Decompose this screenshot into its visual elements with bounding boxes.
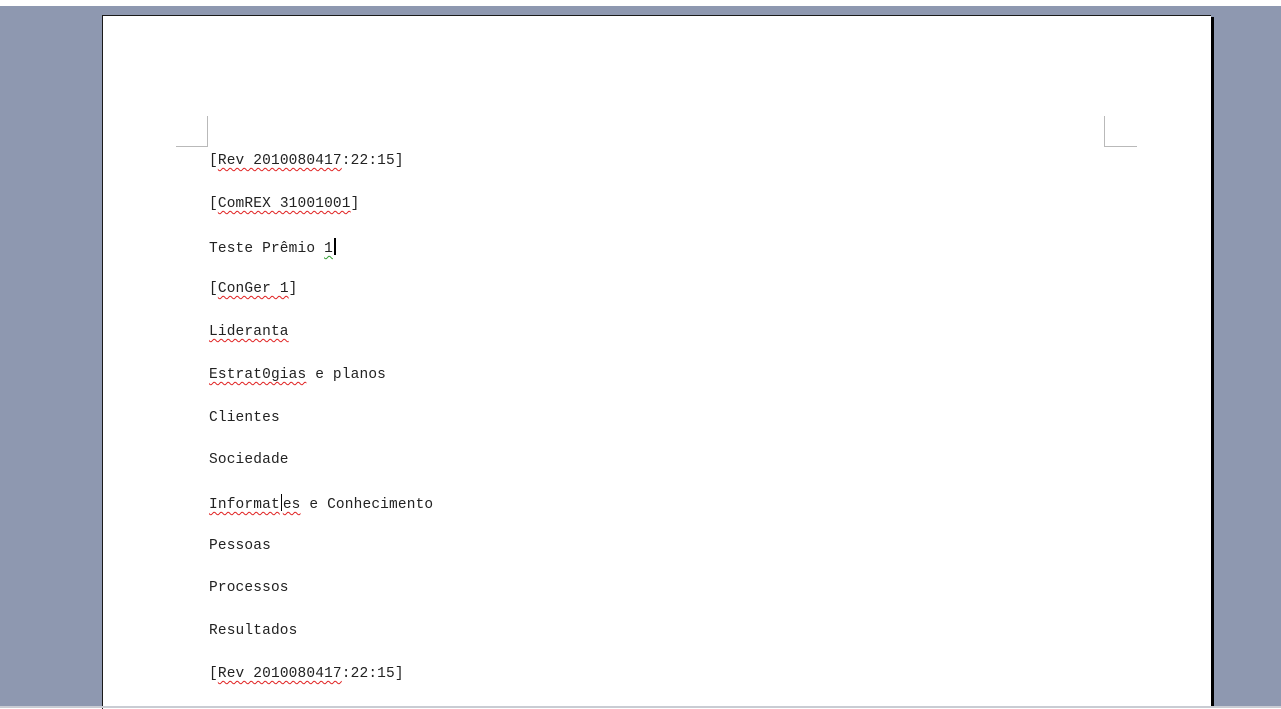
misspelled-word[interactable]: Rev 2010080417 [218, 666, 342, 682]
caret-marker [280, 494, 282, 511]
text-bracket: [ [209, 281, 218, 297]
margin-corner-top-left-horizontal [176, 146, 208, 147]
document-page[interactable] [102, 15, 1211, 709]
text-bracket: [ [209, 196, 218, 212]
misspelled-word[interactable]: ConGer 1 [218, 281, 289, 297]
text-bracket: [ [209, 666, 218, 682]
grammar-flagged-text[interactable]: 1 [324, 241, 333, 257]
text-bracket: ] [350, 196, 360, 212]
margin-corner-top-right-horizontal [1104, 146, 1137, 147]
misspelled-word[interactable]: ComREX 31001001 [218, 196, 351, 212]
text-segment: e Conhecimento [300, 497, 434, 513]
text-bracket: [ [209, 153, 218, 169]
margin-corner-top-left-vertical [207, 116, 208, 147]
document-line-lideranta[interactable]: Lideranta [209, 323, 289, 341]
text-segment: :22:15] [341, 666, 404, 682]
document-line-processos[interactable]: Processos [209, 579, 289, 597]
document-line-clientes[interactable]: Clientes [209, 409, 280, 427]
document-line-sociedade[interactable]: Sociedade [209, 451, 289, 469]
misspelled-word[interactable]: Lideranta [209, 324, 289, 340]
text-segment: :22:15] [341, 153, 404, 169]
document-line-rev-end[interactable]: [Rev 2010080417:22:15] [209, 665, 404, 683]
document-line-comrex[interactable]: [ComREX 31001001] [209, 195, 360, 213]
page-shadow [1211, 17, 1214, 708]
document-line-pessoas[interactable]: Pessoas [209, 537, 271, 555]
text-segment: Clientes [209, 410, 280, 426]
text-segment: Pessoas [209, 538, 271, 554]
document-line-resultados[interactable]: Resultados [209, 622, 298, 640]
document-line-estrategias[interactable]: Estrat0gias e planos [209, 366, 386, 384]
margin-corner-top-right-vertical [1104, 116, 1105, 147]
document-line-teste-premio[interactable]: Teste Prêmio 1 [209, 238, 336, 258]
document-line-rev-start[interactable]: [Rev 2010080417:22:15] [209, 152, 404, 170]
misspelled-word[interactable]: Estrat0gias [209, 367, 306, 383]
text-bracket: ] [288, 281, 298, 297]
text-segment: Processos [209, 580, 289, 596]
document-line-informacoes[interactable]: Informat es e Conhecimento [209, 494, 433, 514]
text-cursor [333, 238, 336, 255]
text-segment: Resultados [209, 623, 298, 639]
text-segment: e planos [306, 367, 387, 383]
document-line-conger[interactable]: [ConGer 1] [209, 280, 298, 298]
text-segment: Teste Prêmio [209, 241, 325, 257]
misspelled-word[interactable]: Informat [209, 497, 280, 513]
misspelled-word[interactable]: Rev 2010080417 [218, 153, 342, 169]
misspelled-word[interactable]: es [283, 497, 301, 513]
text-segment: Sociedade [209, 452, 289, 468]
